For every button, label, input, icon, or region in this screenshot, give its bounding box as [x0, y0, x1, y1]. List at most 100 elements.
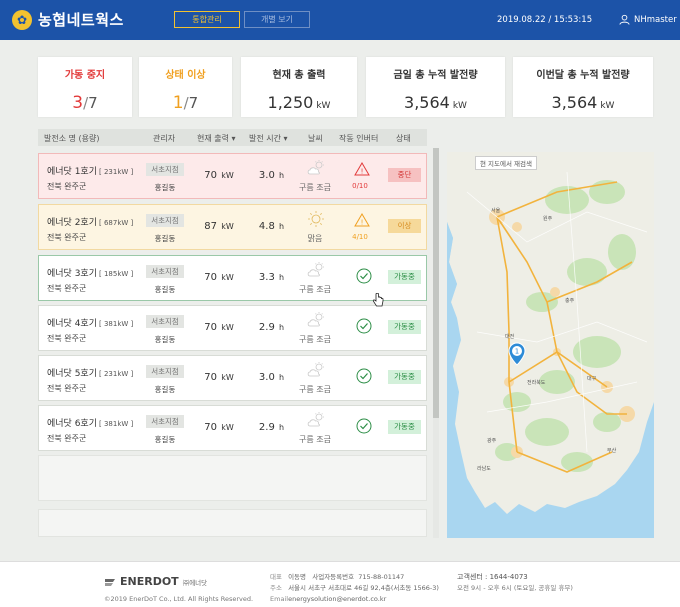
map-research-button[interactable]: 현 지도에서 재검색	[475, 156, 537, 170]
output-value: 1,250	[267, 93, 314, 112]
cs-phone: 고객센터 : 1644-4073	[457, 573, 528, 581]
card-today-total: 금일 총 누적 발전량 3,564 kW	[366, 57, 505, 117]
check-circle-icon	[356, 418, 372, 437]
time-number: 4.8	[258, 221, 275, 232]
generation-time: 2.9 h	[249, 322, 294, 333]
branch-badge: 서초지점	[146, 365, 184, 378]
status-badge: 중단	[388, 168, 421, 182]
generation-time: 3.0 h	[249, 170, 294, 181]
plant-name-text: 에너닷 1호기	[47, 167, 97, 177]
current-output: 70 kW	[199, 322, 239, 333]
plant-capacity: [ 185kW ]	[99, 270, 134, 278]
plant-location: 전북 완주군	[47, 233, 87, 242]
biz-label: 사업자등록번호	[312, 573, 355, 581]
card-stopped[interactable]: 가동 중지 3/7	[38, 57, 132, 117]
status-badge: 가동중	[388, 270, 421, 284]
generation-time: 2.9 h	[249, 422, 294, 433]
check-circle-icon	[356, 318, 372, 337]
weather-text: 구름 조금	[299, 335, 331, 344]
time-unit: h	[279, 423, 285, 432]
card-abnormal-title: 상태 이상	[165, 70, 206, 81]
plant-name-text: 에너닷 4호기	[47, 319, 97, 329]
table-row[interactable]: 에너닷 4호기[ 381kW ] 전북 완주군 서초지점 홍길동 70 kW 2.9 h 구…	[38, 305, 427, 351]
th-output[interactable]: 현재 출력 ▾	[197, 133, 236, 144]
cloud-sun-icon	[306, 159, 326, 180]
plant-map[interactable]: 서울 원주 충주 대전 대구 광주 부산 라남도 전라북도 현 지도에서 재검색 1	[447, 152, 654, 538]
table-row[interactable]: 에너닷 3호기[ 185kW ] 전북 완주군 서초지점 홍길동 70 kW 3.3 h 구…	[38, 255, 427, 301]
svg-text:충주: 충주	[565, 297, 575, 304]
status-badge: 가동중	[388, 420, 421, 434]
time-unit: h	[279, 323, 285, 332]
table-row[interactable]: 에너닷 1호기[ 231kW ] 전북 완주군 서초지점 홍길동 70 kW 3.0 h 구…	[38, 153, 427, 199]
svg-text:대전: 대전	[505, 333, 515, 340]
time-number: 2.9	[258, 322, 275, 333]
weather-text: 구름 조금	[299, 285, 331, 294]
today-unit: kW	[452, 101, 467, 111]
svg-text:원주: 원주	[543, 215, 553, 222]
footer-company-info: 대표 이동명 사업자등록번호 715-88-01147 주소 서울시 서초구 서…	[270, 572, 439, 605]
output-number: 87	[204, 221, 217, 232]
manager-name: 홍길동	[154, 234, 176, 243]
email-label: Email	[270, 595, 289, 603]
plant-name: 에너닷 6호기[ 381kW ]	[47, 416, 133, 429]
cloud-sun-icon	[306, 411, 326, 432]
time-unit: h	[279, 222, 285, 231]
card-current-output: 현재 총 출력 1,250 kW	[241, 57, 357, 117]
logo[interactable]: ✿ 농협네트웍스	[12, 9, 124, 30]
abnormal-count: 1	[172, 93, 184, 113]
branch-badge: 서초지점	[146, 163, 184, 176]
plant-name: 에너닷 5호기[ 231kW ]	[47, 366, 133, 379]
month-value: 3,564	[551, 93, 598, 112]
output-unit: kW	[221, 273, 234, 282]
tab-individual[interactable]: 개별 보기	[244, 11, 310, 28]
output-number: 70	[204, 322, 217, 333]
card-today-title: 금일 총 누적 발전량	[393, 70, 478, 81]
plant-location: 전북 완주군	[47, 384, 87, 393]
map-marker-icon[interactable]: 1	[508, 342, 526, 366]
plant-location: 전북 완주군	[47, 284, 87, 293]
generation-time: 3.3 h	[249, 272, 294, 283]
manager-name: 홍길동	[154, 435, 176, 444]
weather-text: 구름 조금	[299, 435, 331, 444]
inverter-count: 4/10	[352, 233, 368, 241]
user-icon	[619, 14, 630, 25]
cloud-sun-icon	[306, 361, 326, 382]
plant-location: 전북 완주군	[47, 434, 87, 443]
svg-text:라남도: 라남도	[477, 465, 491, 472]
manager-name: 홍길동	[154, 285, 176, 294]
plant-capacity: [ 381kW ]	[99, 320, 134, 328]
list-scrollbar[interactable]	[433, 148, 439, 538]
generation-time: 3.0 h	[249, 372, 294, 383]
output-unit: kW	[221, 323, 234, 332]
card-month-value: 3,564 kW	[513, 93, 653, 112]
card-abnormal[interactable]: 상태 이상 1/7	[139, 57, 232, 117]
footer-brand-name: ENERDOT	[120, 575, 179, 588]
current-output: 87 kW	[199, 221, 239, 232]
th-time[interactable]: 발전 시간 ▾	[249, 133, 288, 144]
card-stopped-title: 가동 중지	[64, 70, 106, 81]
addr-label: 주소	[270, 584, 282, 592]
current-output: 70 kW	[199, 272, 239, 283]
today-value: 3,564	[404, 93, 450, 112]
status-badge: 가동중	[388, 320, 421, 334]
branch-badge: 서초지점	[146, 415, 184, 428]
th-manager: 관리자	[153, 134, 176, 143]
plant-location: 전북 완주군	[47, 182, 87, 191]
scroll-thumb[interactable]	[433, 148, 439, 418]
plant-capacity: [ 687kW ]	[99, 219, 134, 227]
table-row[interactable]: 에너닷 5호기[ 231kW ] 전북 완주군 서초지점 홍길동 70 kW 3.0 h 구…	[38, 355, 427, 401]
plant-location: 전북 완주군	[47, 334, 87, 343]
svg-text:전라북도: 전라북도	[527, 379, 546, 386]
cs-hours: 오전 9시 - 오후 6시 (토요일, 공휴일 휴무)	[457, 584, 573, 592]
table-row[interactable]: 에너닷 2호기[ 687kW ] 전북 완주군 서초지점 홍길동 87 kW 4.8 h 맑…	[38, 204, 427, 250]
tab-integrated[interactable]: 통합관리	[174, 11, 240, 28]
email-link[interactable]: energysolution@enerdot.co.kr	[288, 595, 386, 603]
plant-capacity: [ 381kW ]	[99, 420, 134, 428]
current-output: 70 kW	[199, 372, 239, 383]
weather-text: 구름 조금	[299, 183, 331, 192]
th-name[interactable]: 발전소 명 (용량)	[44, 133, 100, 144]
table-row[interactable]: 에너닷 6호기[ 381kW ] 전북 완주군 서초지점 홍길동 70 kW 2.9 h 구…	[38, 405, 427, 451]
stopped-count: 3	[72, 93, 84, 113]
user-menu[interactable]: NHmaster	[619, 14, 677, 25]
hand-cursor-icon	[372, 293, 384, 307]
